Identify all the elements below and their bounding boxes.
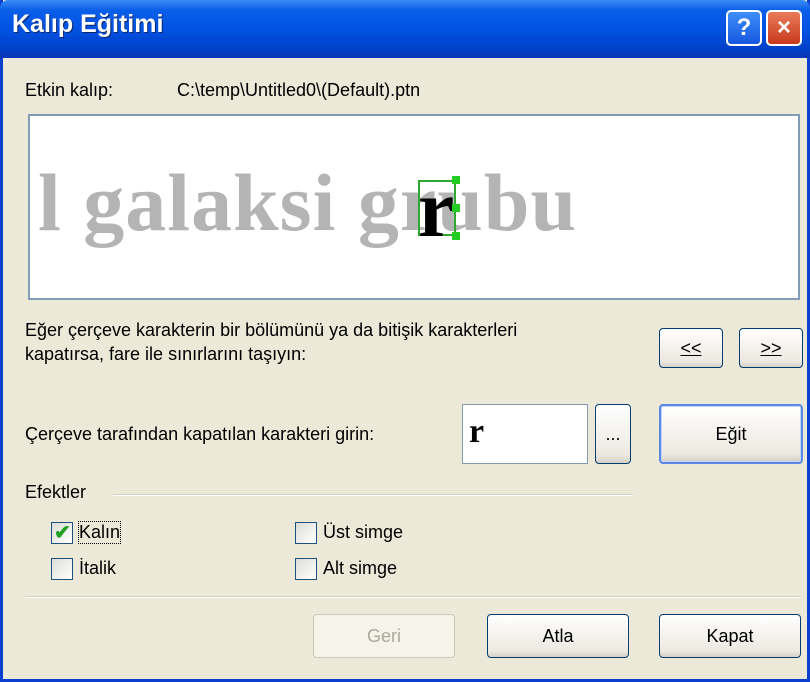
train-button-label: Eğit: [715, 423, 747, 444]
back-button-label: Geri: [366, 625, 401, 646]
help-button[interactable]: ?: [726, 10, 762, 46]
active-pattern-path: C:\temp\Untitled0\(Default).ptn: [177, 80, 421, 100]
instruction-line-1: Eğer çerçeve karakterin bir bölümünü ya …: [25, 320, 518, 340]
character-input-value: r: [469, 413, 485, 450]
char-entry-label: Çerçeve tarafından kapatılan karakteri g…: [25, 424, 375, 444]
bold-label[interactable]: Kalın: [77, 521, 122, 544]
superscript-checkbox[interactable]: [295, 522, 317, 544]
close-dialog-button-label: Kapat: [706, 625, 754, 646]
title-bar[interactable]: Kalıp Eğitimi ? ×: [0, 0, 810, 58]
browse-characters-button[interactable]: ...: [595, 404, 631, 464]
bold-checkbox[interactable]: ✔: [51, 522, 73, 544]
preview-sample-text: l galaksi grubu: [38, 157, 578, 248]
italic-checkbox[interactable]: [51, 558, 73, 580]
frame-handle-middle[interactable]: [452, 204, 460, 212]
close-button[interactable]: ×: [766, 10, 802, 46]
close-icon: ×: [776, 14, 791, 41]
frame-handle-bottom[interactable]: [452, 232, 460, 240]
skip-button-label: Atla: [542, 625, 574, 646]
help-icon: ?: [736, 14, 752, 41]
previous-button-label: <<: [680, 337, 702, 358]
checkmark-icon: ✔: [54, 522, 71, 544]
window-title: Kalıp Eğitimi: [12, 10, 164, 38]
effects-group-header: Efektler: [25, 482, 87, 502]
next-button-label: >>: [760, 337, 782, 358]
preview-current-char: r: [418, 163, 455, 254]
superscript-label[interactable]: Üst simge: [323, 522, 403, 543]
effects-divider: [113, 494, 633, 496]
skip-button[interactable]: Atla: [487, 614, 629, 658]
train-button[interactable]: Eğit: [659, 404, 803, 464]
footer-divider: [25, 596, 801, 598]
previous-button[interactable]: <<: [659, 328, 723, 368]
subscript-checkbox[interactable]: [295, 558, 317, 580]
close-dialog-button[interactable]: Kapat: [659, 614, 801, 658]
pattern-preview[interactable]: l galaksi grubu r: [28, 114, 800, 300]
character-input[interactable]: r: [462, 404, 588, 464]
instruction-line-2: kapatırsa, fare ile sınırlarını taşıyın:: [25, 344, 307, 364]
browse-button-label: ...: [605, 423, 621, 444]
frame-handle-top[interactable]: [452, 176, 460, 184]
kalip-egitimi-dialog: Kalıp Eğitimi ? × Etkin kalıp: C:\temp\U…: [0, 0, 810, 682]
next-button[interactable]: >>: [739, 328, 803, 368]
back-button[interactable]: Geri: [313, 614, 455, 658]
subscript-label[interactable]: Alt simge: [323, 558, 397, 579]
active-pattern-label: Etkin kalıp:: [25, 80, 114, 100]
italic-label[interactable]: İtalik: [79, 558, 116, 579]
